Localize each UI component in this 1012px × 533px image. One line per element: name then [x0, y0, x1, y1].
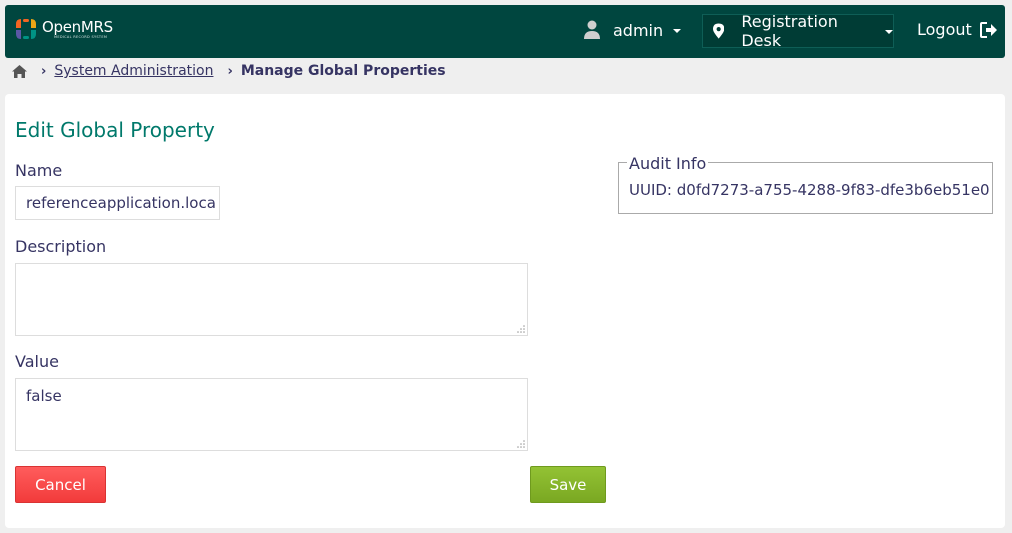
breadcrumb-current: Manage Global Properties — [240, 63, 446, 79]
breadcrumb-system-administration[interactable]: System Administration — [54, 63, 213, 79]
openmrs-logo[interactable]: OpenMRS MEDICAL RECORD SYSTEM — [14, 17, 113, 41]
value-label: Value — [15, 352, 59, 371]
value-field[interactable]: false — [15, 378, 528, 451]
logo-name: OpenMRS — [42, 17, 113, 36]
save-button[interactable]: Save — [530, 466, 606, 503]
cancel-button[interactable]: Cancel — [15, 466, 106, 503]
breadcrumb-separator-icon: › — [41, 63, 47, 79]
top-header: OpenMRS MEDICAL RECORD SYSTEM admin Regi… — [5, 5, 1005, 58]
logout-label: Logout — [917, 20, 972, 39]
resize-grip-icon[interactable] — [517, 325, 525, 333]
user-name: admin — [613, 20, 664, 40]
home-icon[interactable] — [12, 64, 27, 78]
logout-button[interactable]: Logout — [917, 20, 998, 39]
resize-grip-icon[interactable] — [517, 440, 525, 448]
sign-out-icon — [979, 21, 997, 38]
value-text: false — [26, 387, 62, 405]
edit-property-panel: Edit Global Property Name referenceappli… — [5, 94, 1005, 528]
name-field[interactable]: referenceapplication.loca — [15, 186, 220, 220]
breadcrumb: › System Administration › Manage Global … — [12, 61, 446, 81]
breadcrumb-separator-icon: › — [227, 63, 233, 79]
map-pin-icon — [713, 23, 725, 39]
user-icon — [584, 20, 600, 39]
location-name: Registration Desk — [741, 12, 838, 50]
description-field[interactable] — [15, 263, 528, 336]
chevron-down-icon — [673, 29, 682, 33]
user-menu[interactable]: admin — [583, 20, 682, 40]
audit-uuid: UUID: d0fd7273-a755-4288-9f83-dfe3b6eb51… — [629, 181, 990, 199]
description-label: Description — [15, 237, 107, 256]
audit-info-legend: Audit Info — [627, 154, 709, 173]
location-selector[interactable]: Registration Desk — [702, 12, 894, 50]
chevron-down-icon — [885, 30, 893, 34]
openmrs-logo-icon — [16, 19, 36, 39]
name-label: Name — [15, 161, 63, 180]
audit-info-fieldset: Audit Info UUID: d0fd7273-a755-4288-9f83… — [618, 154, 993, 214]
logo-subtitle: MEDICAL RECORD SYSTEM — [54, 34, 108, 39]
page-title: Edit Global Property — [15, 118, 215, 142]
